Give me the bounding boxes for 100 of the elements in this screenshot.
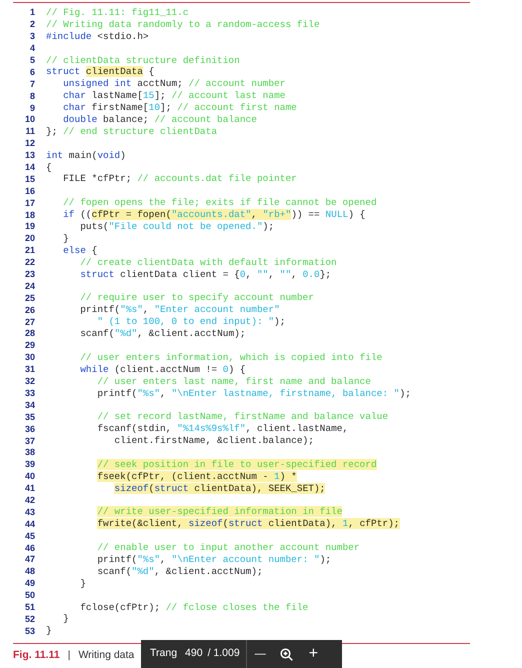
code-line: char lastName[15]; // account last name	[62, 90, 286, 102]
code-line: double balance; // account balance	[62, 114, 257, 126]
line-number: 50	[24, 591, 35, 600]
code-line: else {	[62, 244, 98, 257]
line-number: 53	[24, 626, 35, 636]
code-line: // user enters information, which is copied into file	[79, 352, 382, 364]
line-number: 49	[24, 579, 35, 588]
figure-label: Fig. 11.11	[13, 648, 60, 664]
line-number: 8	[28, 92, 35, 101]
code-line: sizeof(struct clientData), SEEK_SET);	[113, 482, 326, 495]
code-line: // require user to specify account number	[79, 292, 314, 304]
code-line: // fopen opens the file; exits if file cannot be opened	[62, 197, 377, 210]
code-line: puts("File could not be opened.");	[79, 221, 274, 233]
line-number: 27	[24, 318, 35, 327]
code-line: struct clientData {	[46, 66, 154, 78]
code-line: char firstName[10]; // account first name	[62, 102, 297, 114]
code-line: client.firstName, &client.balance);	[113, 435, 314, 447]
line-number: 29	[24, 341, 35, 350]
code-line: // enable user to input another account number	[96, 542, 360, 554]
code-line: }	[46, 625, 52, 638]
line-number: 42	[24, 496, 35, 505]
line-number: 20	[24, 234, 35, 244]
line-number: 25	[24, 294, 35, 303]
code-line: fseek(cfPtr, (client.acctNum - 1) *	[96, 470, 297, 483]
line-number: 33	[24, 388, 35, 398]
line-number: 38	[24, 448, 35, 458]
code-line: struct clientData client = {0, "", "", 0.0};	[79, 268, 332, 280]
line-number: 13	[24, 151, 35, 160]
line-number: 12	[24, 139, 35, 148]
line-number: 10	[24, 115, 35, 124]
line-number: 51	[24, 602, 35, 612]
line-number: 46	[24, 544, 35, 553]
line-number: 7	[28, 80, 35, 89]
line-number: 18	[24, 210, 35, 220]
line-number: 3	[28, 32, 35, 42]
code-line: // Writing data randomly to a random-access file	[46, 18, 320, 31]
line-number: 15	[24, 174, 35, 184]
code-line: #include <stdio.h>	[46, 30, 149, 43]
code-line: scanf("%d", &client.acctNum);	[79, 328, 246, 340]
line-number: 39	[24, 460, 35, 470]
page-number-field[interactable]: 490	[185, 646, 203, 662]
line-number: 6	[28, 68, 35, 77]
code-line: fscanf(stdin, "%14s%9s%lf", client.lastName,	[96, 423, 348, 436]
code-line: }	[79, 578, 86, 590]
line-number: 14	[24, 163, 35, 172]
page-total: / 1.009	[208, 646, 240, 662]
code-line: while (client.acctNum != 0) {	[79, 364, 246, 376]
line-number: 23	[24, 270, 35, 280]
page-label: Trang	[150, 646, 178, 662]
line-number: 17	[24, 198, 35, 208]
code-line: // create clientData with default information	[79, 256, 337, 269]
line-number: 45	[24, 532, 35, 541]
code-line: if ((cfPtr = fopen("accounts.dat", "rb+")) == NULL) {	[62, 209, 366, 222]
line-number: 37	[24, 436, 35, 446]
zoom-out-button[interactable]: —	[254, 648, 266, 660]
line-number: 48	[24, 567, 35, 576]
line-number: 26	[24, 306, 35, 315]
zoom-in-button[interactable]: +	[308, 646, 318, 662]
line-number: 21	[24, 246, 35, 256]
line-number: 31	[24, 365, 35, 374]
line-number: 1	[28, 8, 35, 18]
code-line: }	[62, 613, 69, 626]
code-line: printf("%s", "Enter account number"	[79, 304, 280, 316]
line-number: 28	[24, 329, 35, 338]
code-line: // Fig. 11.11: fig11_11.c	[46, 7, 189, 19]
code-line: printf("%s", "\nEnter account number: ");	[96, 554, 332, 566]
line-number: 44	[24, 520, 35, 529]
code-line: scanf("%d", &client.acctNum);	[96, 566, 263, 578]
line-number: 35	[24, 412, 35, 422]
code-line: // set record lastName, firstName and balance value	[96, 411, 388, 424]
line-number: 41	[24, 484, 35, 494]
line-number: 5	[28, 56, 35, 65]
line-number: 19	[24, 222, 35, 232]
line-number: 52	[24, 614, 35, 624]
line-number: 9	[28, 104, 35, 113]
line-number: 43	[24, 508, 35, 517]
line-number: 22	[24, 258, 35, 268]
code-line: unsigned int acctNum; // account number	[62, 78, 286, 90]
figure-caption: Writing data	[78, 648, 134, 664]
line-number: 30	[24, 353, 35, 362]
line-number: 4	[28, 44, 35, 54]
code-line: fwrite(&client, sizeof(struct clientData), 1, cfPtr);	[96, 518, 400, 530]
code-line: printf("%s", "\nEnter lastname, firstname, balance: ");	[96, 388, 411, 400]
code-line: // user enters last name, first name and balance	[96, 376, 371, 388]
line-number: 24	[24, 282, 35, 291]
zoom-in-icon[interactable]	[280, 648, 293, 660]
line-number: 32	[24, 377, 35, 386]
line-number: 16	[24, 186, 35, 196]
line-number: 40	[24, 472, 35, 482]
line-number: 2	[28, 20, 35, 30]
code-line: {	[46, 162, 52, 174]
code-line: " (1 to 100, 0 to end input): ");	[96, 316, 286, 328]
code-line: fclose(cfPtr); // fclose closes the file	[79, 602, 308, 614]
code-line: // clientData structure definition	[46, 54, 240, 66]
code-line: FILE *cfPtr; // accounts.dat file pointer	[62, 173, 297, 186]
line-number: 47	[24, 555, 35, 564]
code-line: }; // end structure clientData	[46, 126, 218, 138]
code-line: int main(void)	[46, 150, 126, 162]
line-number: 11	[24, 127, 35, 136]
code-line: }	[62, 232, 69, 245]
